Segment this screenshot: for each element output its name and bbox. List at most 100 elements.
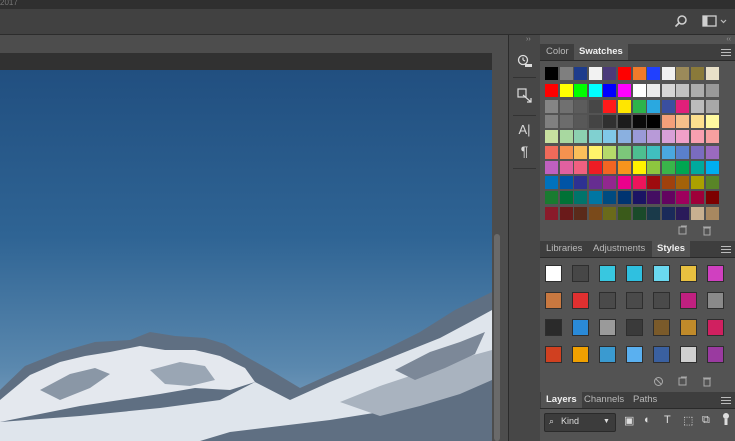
swatch[interactable]	[632, 176, 646, 190]
swatch[interactable]	[545, 99, 558, 113]
style-preset[interactable]	[653, 292, 670, 309]
swatch[interactable]	[632, 114, 646, 128]
shape-filter-icon[interactable]: ⬚	[683, 414, 693, 427]
swatch[interactable]	[676, 114, 690, 128]
smart-object-filter-icon[interactable]: ⧉	[702, 414, 710, 427]
style-preset[interactable]	[545, 265, 562, 282]
swatch[interactable]	[559, 145, 573, 159]
swatch[interactable]	[574, 84, 588, 98]
style-preset[interactable]	[626, 319, 643, 336]
swatch[interactable]	[647, 67, 661, 80]
swatch[interactable]	[676, 206, 690, 220]
tab-libraries[interactable]: Libraries	[541, 241, 587, 257]
swatch[interactable]	[676, 191, 690, 205]
swatch[interactable]	[559, 206, 573, 220]
swatch[interactable]	[559, 191, 573, 205]
swatch[interactable]	[705, 176, 719, 190]
swatch[interactable]	[559, 130, 573, 144]
swatch[interactable]	[705, 206, 719, 220]
swatch[interactable]	[618, 130, 631, 144]
swatch[interactable]	[647, 145, 661, 159]
style-preset[interactable]	[599, 319, 616, 336]
panel-menu-icon[interactable]	[721, 244, 731, 254]
style-preset[interactable]	[599, 265, 616, 282]
swatch[interactable]	[676, 160, 690, 174]
adjustment-filter-icon[interactable]: ◐	[644, 414, 651, 426]
swatch[interactable]	[588, 84, 602, 98]
tab-adjustments[interactable]: Adjustments	[588, 241, 650, 257]
new-swatch-icon[interactable]	[678, 225, 688, 238]
swatch[interactable]	[588, 99, 602, 113]
swatch[interactable]	[676, 145, 690, 159]
swatch[interactable]	[574, 130, 588, 144]
swatch[interactable]	[705, 99, 719, 113]
swatch[interactable]	[545, 114, 558, 128]
swatch[interactable]	[691, 67, 704, 80]
layer-filter-dropdown[interactable]: ⌕ Kind ▼	[544, 413, 616, 432]
swatch[interactable]	[545, 145, 558, 159]
style-preset[interactable]	[545, 346, 562, 363]
swatch[interactable]	[545, 176, 558, 190]
swatch[interactable]	[559, 99, 573, 113]
swatch[interactable]	[691, 114, 704, 128]
style-preset[interactable]	[707, 346, 724, 363]
style-preset[interactable]	[680, 319, 697, 336]
swatch[interactable]	[545, 84, 558, 98]
search-icon[interactable]	[674, 14, 688, 31]
document-canvas[interactable]	[0, 70, 492, 441]
swatch[interactable]	[603, 99, 617, 113]
swatch[interactable]	[632, 99, 646, 113]
swatch[interactable]	[588, 160, 602, 174]
swatch[interactable]	[545, 160, 558, 174]
swatch[interactable]	[691, 145, 704, 159]
swatch[interactable]	[691, 99, 704, 113]
swatch[interactable]	[559, 67, 573, 80]
panel-menu-icon[interactable]	[721, 47, 731, 57]
swatch[interactable]	[691, 176, 704, 190]
collapse-panels-icon[interactable]: ‹‹	[726, 36, 731, 43]
swatch[interactable]	[661, 130, 675, 144]
style-preset[interactable]	[653, 346, 670, 363]
style-preset[interactable]	[572, 346, 589, 363]
swatch[interactable]	[588, 206, 602, 220]
swatch[interactable]	[574, 160, 588, 174]
swatch[interactable]	[618, 191, 631, 205]
swatch[interactable]	[588, 67, 602, 80]
swatch[interactable]	[647, 99, 661, 113]
style-preset[interactable]	[572, 292, 589, 309]
swatch[interactable]	[603, 176, 617, 190]
swatch[interactable]	[676, 176, 690, 190]
filter-toggle-icon[interactable]	[721, 412, 731, 429]
tab-paths[interactable]: Paths	[628, 392, 662, 408]
swatch[interactable]	[574, 114, 588, 128]
history-icon[interactable]	[509, 54, 540, 75]
style-preset[interactable]	[680, 292, 697, 309]
swatch[interactable]	[545, 191, 558, 205]
swatch[interactable]	[676, 67, 690, 80]
swatch[interactable]	[603, 67, 617, 80]
swatch[interactable]	[691, 206, 704, 220]
panel-menu-icon[interactable]	[721, 395, 731, 405]
swatch[interactable]	[588, 176, 602, 190]
swatch[interactable]	[618, 67, 631, 80]
style-preset[interactable]	[545, 319, 562, 336]
type-filter-icon[interactable]: T	[664, 414, 671, 426]
swatch[interactable]	[647, 191, 661, 205]
swatch[interactable]	[647, 160, 661, 174]
swatch[interactable]	[632, 160, 646, 174]
swatch[interactable]	[661, 67, 675, 80]
swatch[interactable]	[559, 160, 573, 174]
swatch[interactable]	[603, 84, 617, 98]
swatch[interactable]	[647, 114, 661, 128]
swatch[interactable]	[618, 160, 631, 174]
swatch[interactable]	[603, 114, 617, 128]
style-preset[interactable]	[599, 346, 616, 363]
swatch[interactable]	[588, 191, 602, 205]
swatch[interactable]	[632, 84, 646, 98]
style-preset[interactable]	[707, 319, 724, 336]
collapse-icon[interactable]: ››	[526, 36, 531, 43]
style-preset[interactable]	[680, 265, 697, 282]
swatch[interactable]	[632, 191, 646, 205]
style-preset[interactable]	[545, 292, 562, 309]
swatch[interactable]	[632, 206, 646, 220]
